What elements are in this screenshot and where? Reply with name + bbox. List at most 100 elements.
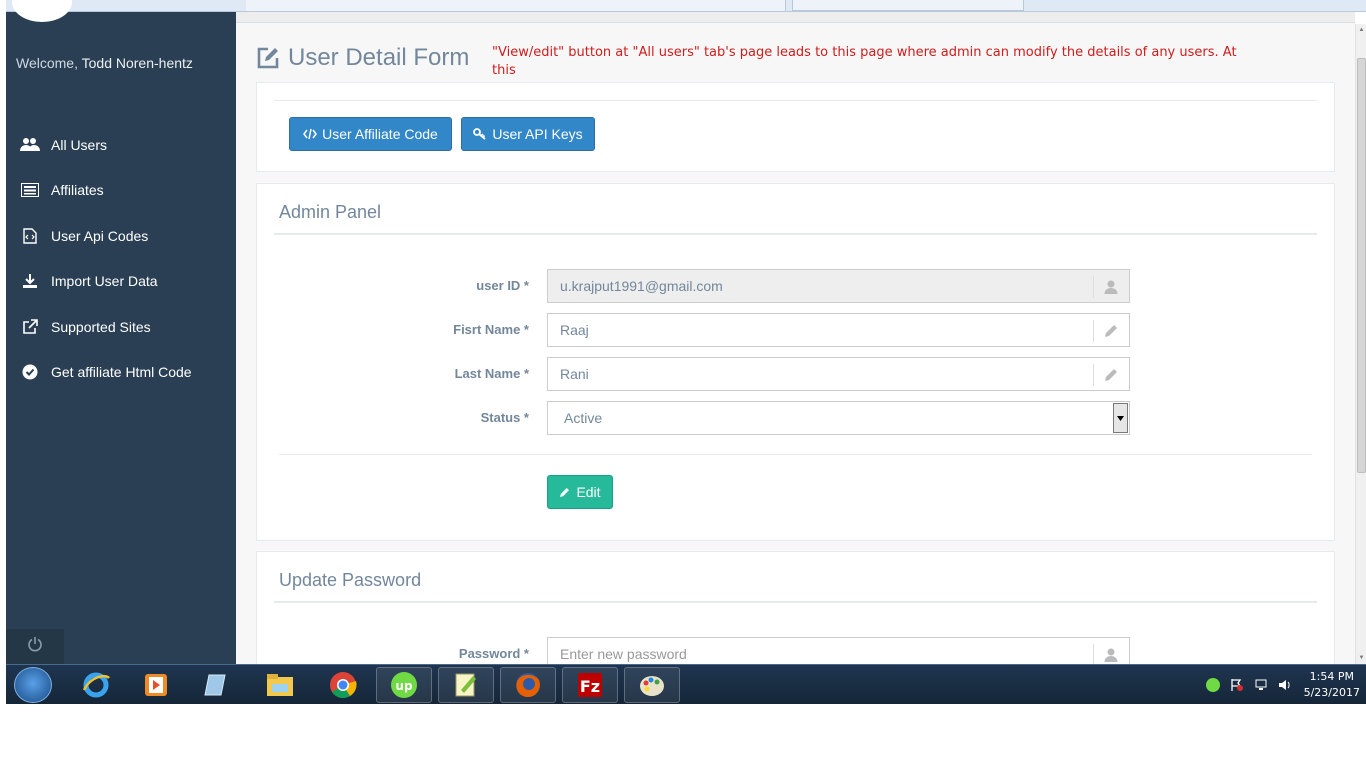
button-label: User API Keys — [492, 126, 583, 142]
last-name-row: Last Name * Rani — [257, 357, 1336, 391]
status-select[interactable]: Active — [547, 401, 1130, 435]
firefox-icon[interactable] — [500, 667, 556, 703]
page-title: User Detail Form — [256, 44, 469, 72]
list-icon — [20, 182, 40, 198]
top-nav-strip — [236, 12, 1355, 23]
sidebar-item-import-user-data[interactable]: Import User Data — [6, 259, 236, 305]
check-circle-icon — [20, 364, 40, 380]
start-button[interactable] — [14, 667, 52, 703]
user-id-field[interactable]: u.krajput1991@gmail.com — [547, 269, 1130, 303]
upwork-icon[interactable]: up — [376, 667, 432, 703]
vertical-scrollbar[interactable]: ▲ ▼ — [1355, 24, 1366, 664]
notes-app-icon[interactable] — [188, 667, 244, 703]
user-icon — [1103, 647, 1119, 663]
user-api-keys-button[interactable]: User API Keys — [461, 117, 595, 151]
sidebar-item-supported-sites[interactable]: Supported Sites — [6, 304, 236, 350]
clock-time: 1:54 PM — [1309, 670, 1354, 683]
power-icon — [27, 636, 43, 657]
browser-tab[interactable] — [792, 0, 1024, 11]
sidebar-item-user-api-codes[interactable]: User Api Codes — [6, 213, 236, 259]
page-title-text: User Detail Form — [288, 44, 470, 71]
sidebar: Welcome, Todd Noren-hentz All Users Affi… — [6, 0, 236, 664]
windows-taskbar: up Fz 1:54 PM 5/23/2017 — [6, 664, 1366, 704]
first-name-field[interactable]: Raaj — [547, 313, 1130, 347]
users-icon — [20, 137, 40, 153]
internet-explorer-icon[interactable] — [68, 667, 124, 703]
browser-tab-strip — [6, 0, 1366, 12]
divider — [279, 454, 1312, 455]
code-file-icon — [20, 228, 40, 244]
divider — [274, 100, 1317, 101]
sidebar-item-get-affiliate-html-code[interactable]: Get affiliate Html Code — [6, 350, 236, 396]
user-affiliate-code-button[interactable]: User Affiliate Code — [289, 117, 452, 151]
admin-panel: Admin Panel user ID * u.krajput1991@gmai… — [256, 183, 1335, 541]
status-value: Active — [564, 410, 603, 426]
sidebar-item-label: Supported Sites — [51, 318, 151, 335]
file-explorer-icon[interactable] — [252, 667, 308, 703]
logo — [12, 0, 72, 22]
divider — [274, 233, 1317, 235]
sidebar-item-label: Import User Data — [51, 273, 158, 290]
action-center-flag-icon[interactable] — [1230, 678, 1244, 692]
main-content: User Detail Form "View/edit" button at "… — [236, 12, 1355, 664]
scroll-down-arrow[interactable]: ▼ — [1358, 654, 1365, 662]
paint-icon[interactable] — [624, 667, 680, 703]
first-name-label: Fisrt Name * — [453, 322, 529, 337]
field-separator — [1093, 364, 1094, 386]
last-name-field[interactable]: Rani — [547, 357, 1130, 391]
password-row: Password * Enter new password — [257, 637, 1336, 664]
network-icon[interactable] — [1254, 678, 1268, 692]
last-name-value: Rani — [560, 366, 589, 382]
user-id-label: user ID * — [476, 278, 529, 293]
logout-button[interactable] — [6, 629, 64, 664]
svg-text:Fz: Fz — [580, 677, 600, 696]
field-separator — [1093, 644, 1094, 664]
password-placeholder: Enter new password — [560, 646, 687, 662]
scroll-up-arrow[interactable]: ▲ — [1358, 26, 1365, 34]
password-input[interactable]: Enter new password — [547, 637, 1130, 664]
pencil-icon — [1103, 367, 1119, 383]
pencil-icon — [559, 486, 571, 498]
upwork-tray-icon[interactable] — [1205, 678, 1220, 692]
svg-text:up: up — [395, 679, 413, 693]
download-icon — [20, 273, 40, 289]
welcome-text: Welcome, Todd Noren-hentz — [16, 55, 193, 71]
sidebar-menu: All Users Affiliates User Api Codes Impo… — [6, 122, 236, 395]
update-password-panel: Update Password Password * Enter new pas… — [256, 551, 1335, 664]
button-label: Edit — [576, 484, 601, 500]
sidebar-item-label: Affiliates — [51, 182, 104, 199]
user-icon — [1103, 279, 1119, 295]
clock[interactable]: 1:54 PM 5/23/2017 — [1304, 669, 1360, 701]
scrollbar-thumb[interactable] — [1357, 58, 1366, 473]
welcome-prefix: Welcome, — [16, 55, 78, 71]
edit-button[interactable]: Edit — [547, 475, 613, 509]
media-player-icon[interactable] — [128, 667, 184, 703]
screen: Welcome, Todd Noren-hentz All Users Affi… — [0, 0, 1366, 768]
sidebar-item-label: Get affiliate Html Code — [51, 364, 192, 381]
filezilla-icon[interactable]: Fz — [562, 667, 618, 703]
key-icon — [473, 128, 487, 140]
status-label: Status * — [480, 410, 529, 425]
sidebar-item-affiliates[interactable]: Affiliates — [6, 168, 236, 214]
sidebar-item-label: All Users — [51, 136, 108, 153]
chevron-down-icon[interactable] — [1113, 403, 1128, 433]
edit-square-icon — [256, 46, 280, 70]
first-name-value: Raaj — [560, 322, 589, 338]
volume-icon[interactable] — [1278, 678, 1292, 692]
user-id-row: user ID * u.krajput1991@gmail.com — [257, 269, 1336, 303]
external-link-icon — [20, 318, 40, 335]
code-icon — [303, 128, 318, 140]
chrome-icon[interactable] — [315, 667, 371, 703]
pencil-icon — [1103, 323, 1119, 339]
system-tray: 1:54 PM 5/23/2017 — [1196, 665, 1360, 705]
browser-tab[interactable] — [246, 0, 786, 11]
field-separator — [1093, 276, 1094, 298]
panel-title: Update Password — [279, 570, 422, 590]
field-separator — [1093, 320, 1094, 342]
first-name-row: Fisrt Name * Raaj — [257, 313, 1336, 347]
divider — [274, 601, 1317, 603]
editor-app-icon[interactable] — [438, 667, 494, 703]
status-row: Status * Active — [257, 401, 1336, 435]
sidebar-item-all-users[interactable]: All Users — [6, 122, 236, 168]
user-id-value: u.krajput1991@gmail.com — [560, 278, 723, 294]
